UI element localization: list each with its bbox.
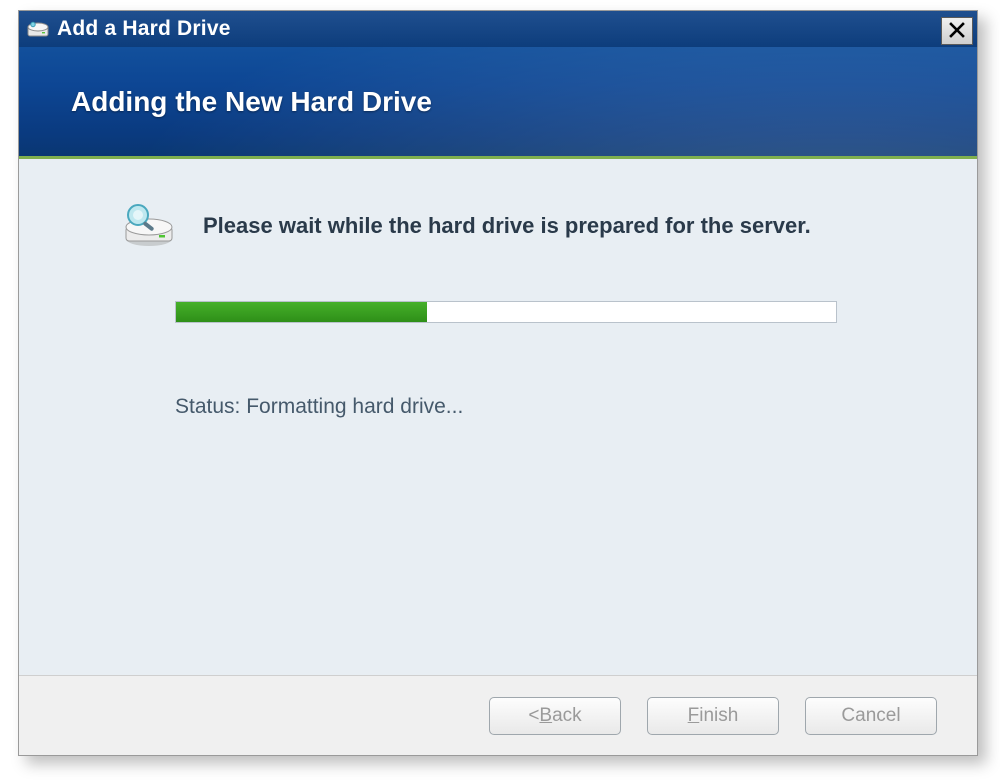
progress-fill bbox=[176, 302, 427, 322]
cancel-button-label: Cancel bbox=[841, 705, 900, 727]
finish-button[interactable]: Finish bbox=[647, 697, 779, 735]
finish-button-mnemonic: F bbox=[688, 705, 700, 727]
hard-drive-icon bbox=[27, 20, 49, 38]
header-title: Adding the New Hard Drive bbox=[71, 86, 432, 118]
content-area: Please wait while the hard drive is prep… bbox=[19, 159, 977, 675]
message-row: Please wait while the hard drive is prep… bbox=[119, 201, 907, 251]
back-button-mnemonic: B bbox=[539, 705, 552, 727]
header-band: Adding the New Hard Drive bbox=[19, 47, 977, 159]
footer-buttons: < Back Finish Cancel bbox=[19, 675, 977, 755]
titlebar[interactable]: Add a Hard Drive bbox=[19, 11, 977, 47]
dialog-window: Add a Hard Drive Adding the New Hard Dri… bbox=[18, 10, 978, 756]
back-button-prefix: < bbox=[528, 705, 539, 727]
wait-message: Please wait while the hard drive is prep… bbox=[203, 213, 811, 239]
back-button-rest: ack bbox=[552, 705, 582, 727]
progress-bar bbox=[175, 301, 837, 323]
status-text: Status: Formatting hard drive... bbox=[175, 395, 907, 419]
close-button[interactable] bbox=[941, 17, 973, 45]
hard-drive-search-icon bbox=[119, 201, 177, 251]
cancel-button[interactable]: Cancel bbox=[805, 697, 937, 735]
back-button[interactable]: < Back bbox=[489, 697, 621, 735]
close-icon bbox=[949, 20, 965, 42]
finish-button-rest: inish bbox=[699, 705, 738, 727]
titlebar-title: Add a Hard Drive bbox=[57, 17, 231, 41]
